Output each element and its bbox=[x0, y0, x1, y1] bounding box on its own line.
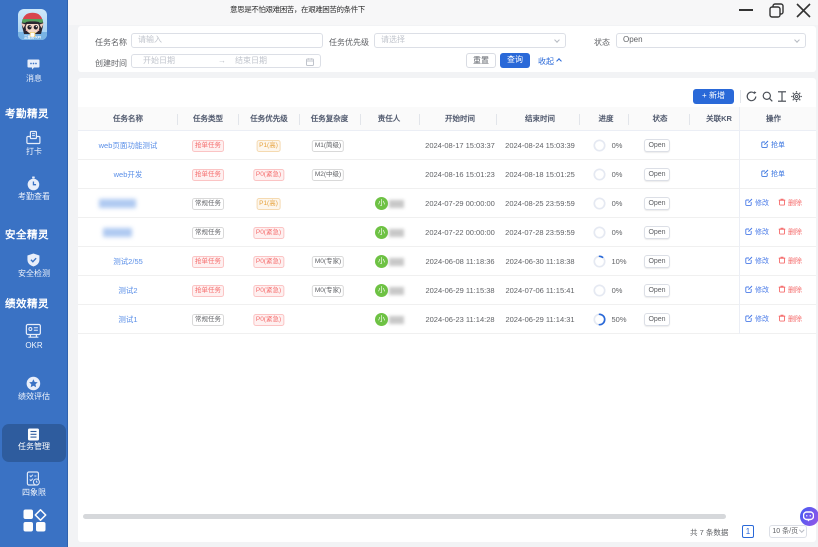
svg-text:三昆灵·KPI: 三昆灵·KPI bbox=[24, 34, 41, 39]
